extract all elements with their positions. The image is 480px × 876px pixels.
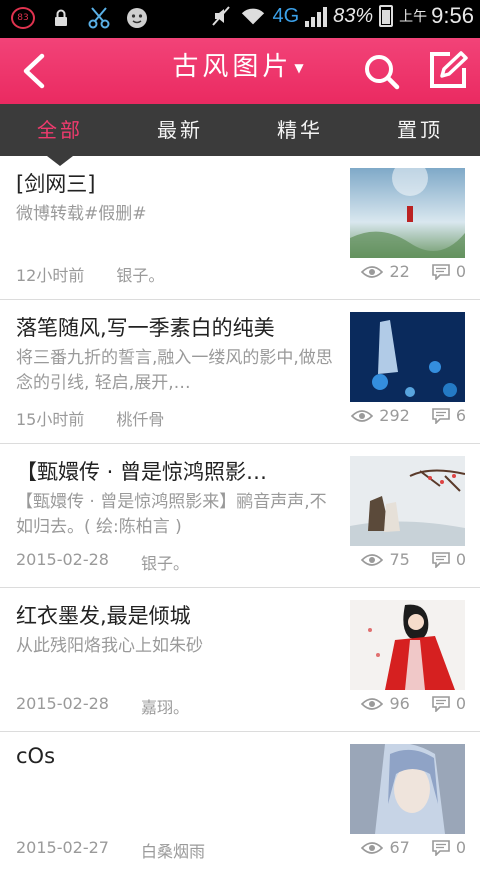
list-item[interactable]: 落笔随风,写一季素白的纯美 将三番九折的誓言,融入一缕风的影中,做思念的引线, … xyxy=(0,300,480,444)
view-count: 67 xyxy=(389,838,410,857)
tab-featured[interactable]: 精华 xyxy=(240,104,360,156)
post-author: 银子。 xyxy=(140,554,189,573)
post-summary: 从此残阳烙我心上如朱砂 xyxy=(16,636,203,656)
post-time: 2015-02-28 xyxy=(16,550,109,569)
app-face-icon xyxy=(124,5,150,31)
comment-icon xyxy=(432,839,450,856)
post-stats: 67 0 xyxy=(361,838,466,857)
chevron-down-icon: ▼ xyxy=(294,60,308,75)
post-author: 银子。 xyxy=(116,266,165,285)
wifi-icon xyxy=(240,3,266,29)
app-header: 古风图片 ▼ xyxy=(0,38,480,104)
clock: 9:56 xyxy=(431,3,474,28)
tab-pinned[interactable]: 置顶 xyxy=(360,104,480,156)
post-author: 嘉珝。 xyxy=(140,698,189,717)
post-thumbnail[interactable] xyxy=(350,744,465,834)
view-count: 75 xyxy=(389,550,410,569)
post-thumbnail[interactable] xyxy=(350,456,465,546)
eye-icon xyxy=(361,841,384,854)
post-meta: 15小时前 桃仟骨 xyxy=(16,406,164,430)
post-stats: 292 6 xyxy=(351,406,466,425)
eye-icon xyxy=(361,697,384,710)
comment-icon xyxy=(432,695,450,712)
status-bar: 83 4G 83% 上午 9:56 xyxy=(0,0,480,38)
comment-icon xyxy=(432,551,450,568)
post-list: [剑网三] 微博转载#假删# 12小时前 银子。 22 0 落笔随风,写一季素白… xyxy=(0,156,480,876)
post-title: cOs xyxy=(16,744,56,768)
comment-count: 0 xyxy=(455,262,466,281)
post-stats: 96 0 xyxy=(361,694,466,713)
eye-icon xyxy=(351,409,374,422)
post-meta: 2015-02-28 嘉珝。 xyxy=(16,694,189,718)
view-count: 292 xyxy=(379,406,410,425)
scissors-icon xyxy=(86,5,112,31)
battery-icon xyxy=(379,5,394,27)
post-author: 桃仟骨 xyxy=(116,410,165,429)
comment-count: 0 xyxy=(455,694,466,713)
comment-count: 6 xyxy=(455,406,466,425)
view-count: 22 xyxy=(389,262,410,281)
post-meta: 2015-02-27 白桑烟雨 xyxy=(16,838,205,862)
mute-icon xyxy=(208,3,234,29)
post-thumbnail[interactable] xyxy=(350,168,465,258)
comment-count: 0 xyxy=(455,838,466,857)
post-summary: 微博转载#假删# xyxy=(16,204,147,224)
tab-all[interactable]: 全部 xyxy=(0,104,120,156)
search-button[interactable] xyxy=(362,52,400,90)
post-time: 2015-02-28 xyxy=(16,694,109,713)
post-title: 红衣墨发,最是倾城 xyxy=(16,604,191,628)
filter-tabs: 全部 最新 精华 置顶 xyxy=(0,104,480,156)
post-summary: 将三番九折的誓言,融入一缕风的影中,做思念的引线, 轻启,展开,… xyxy=(16,348,333,393)
forum-title-dropdown[interactable]: 古风图片 ▼ xyxy=(0,46,480,83)
post-author: 白桑烟雨 xyxy=(140,842,205,861)
post-meta: 12小时前 银子。 xyxy=(16,262,164,286)
post-time: 15小时前 xyxy=(16,410,85,429)
am-pm-label: 上午 xyxy=(399,9,428,25)
battery-percent: 83% xyxy=(333,4,374,27)
post-title: 【甄嬛传 · 曾是惊鸿照影… xyxy=(16,460,268,484)
post-meta: 2015-02-28 银子。 xyxy=(16,550,189,574)
list-item[interactable]: cOs 2015-02-27 白桑烟雨 67 0 xyxy=(0,732,480,876)
list-item[interactable]: 红衣墨发,最是倾城 从此残阳烙我心上如朱砂 2015-02-28 嘉珝。 96 … xyxy=(0,588,480,732)
notification-badge: 83 xyxy=(10,5,36,31)
comment-icon xyxy=(432,263,450,280)
page-title: 古风图片 xyxy=(172,52,293,82)
list-item[interactable]: [剑网三] 微博转载#假删# 12小时前 银子。 22 0 xyxy=(0,156,480,300)
post-title: 落笔随风,写一季素白的纯美 xyxy=(16,316,275,340)
post-thumbnail[interactable] xyxy=(350,600,465,690)
edit-icon xyxy=(430,51,468,88)
list-item[interactable]: 【甄嬛传 · 曾是惊鸿照影… 【甄嬛传 · 曾是惊鸿照影来】鹂音声声,不如归去。… xyxy=(0,444,480,588)
post-stats: 22 0 xyxy=(361,262,466,281)
tab-latest[interactable]: 最新 xyxy=(120,104,240,156)
compose-button[interactable] xyxy=(428,50,468,90)
comment-icon xyxy=(432,407,450,424)
eye-icon xyxy=(361,553,384,566)
comment-count: 0 xyxy=(455,550,466,569)
eye-icon xyxy=(361,265,384,278)
post-thumbnail[interactable] xyxy=(350,312,465,402)
post-title: [剑网三] xyxy=(16,172,96,196)
post-summary: 【甄嬛传 · 曾是惊鸿照影来】鹂音声声,不如归去。( 绘:陈柏言 ) xyxy=(16,492,327,537)
lock-icon xyxy=(48,5,74,31)
post-time: 2015-02-27 xyxy=(16,838,109,857)
network-type: 4G xyxy=(272,4,300,27)
post-stats: 75 0 xyxy=(361,550,466,569)
search-icon xyxy=(365,55,400,90)
notification-count: 83 xyxy=(11,7,35,29)
view-count: 96 xyxy=(389,694,410,713)
signal-icon xyxy=(305,5,328,27)
post-time: 12小时前 xyxy=(16,266,85,285)
